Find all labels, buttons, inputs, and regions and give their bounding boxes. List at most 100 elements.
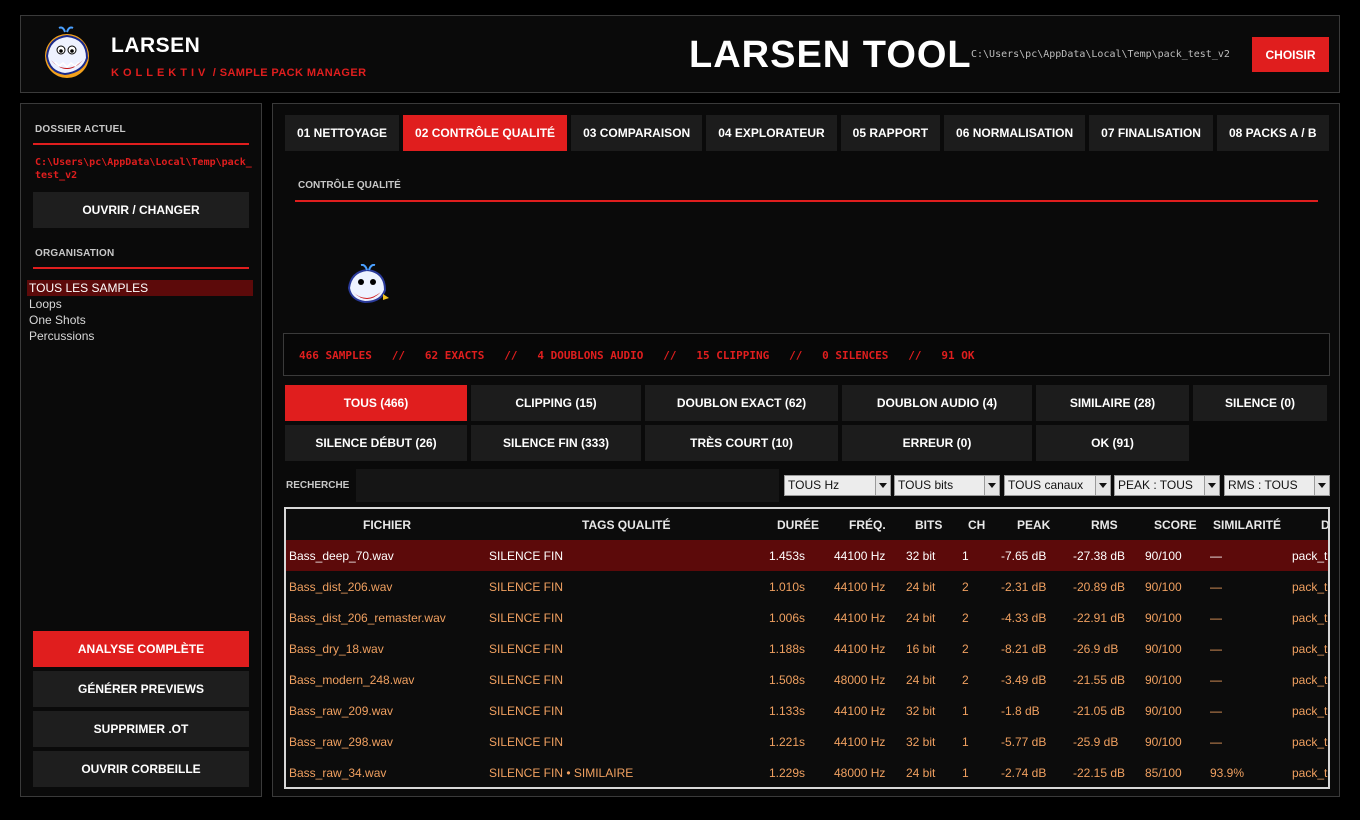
column-header-file[interactable]: FICHIER bbox=[363, 518, 411, 532]
tab-comparison[interactable]: 03 COMPARAISON bbox=[571, 115, 703, 151]
table-row[interactable]: Bass_raw_34.wav SILENCE FIN • SIMILAIRE … bbox=[286, 757, 1328, 787]
full-analysis-button[interactable]: ANALYSE COMPLÈTE bbox=[33, 631, 249, 667]
cell-score: 90/100 bbox=[1145, 673, 1182, 687]
rms-dropdown[interactable]: RMS : TOUS bbox=[1224, 475, 1330, 496]
cell-destination: pack_t bbox=[1292, 766, 1328, 780]
search-input[interactable] bbox=[356, 469, 779, 502]
cell-bits: 32 bit bbox=[906, 735, 936, 749]
tab-normalization[interactable]: 06 NORMALISATION bbox=[944, 115, 1086, 151]
tab-explorer[interactable]: 04 EXPLORATEUR bbox=[706, 115, 837, 151]
tab-cleaning[interactable]: 01 NETTOYAGE bbox=[285, 115, 400, 151]
filter-error[interactable]: ERREUR (0) bbox=[842, 425, 1032, 461]
cell-score: 90/100 bbox=[1145, 735, 1182, 749]
column-header-duration[interactable]: DURÉE bbox=[777, 518, 819, 532]
peak-dropdown[interactable]: PEAK : TOUS bbox=[1114, 475, 1220, 496]
cell-rms: -22.91 dB bbox=[1073, 611, 1126, 625]
open-trash-button[interactable]: OUVRIR CORBEILLE bbox=[33, 751, 249, 787]
bits-dropdown[interactable]: TOUS bits bbox=[894, 475, 1000, 496]
column-header-channels[interactable]: CH bbox=[968, 518, 985, 532]
cell-similarity: — bbox=[1210, 642, 1222, 656]
table-row[interactable]: Bass_raw_209.wav SILENCE FIN 1.133s 4410… bbox=[286, 695, 1328, 726]
filter-audio-duplicate[interactable]: DOUBLON AUDIO (4) bbox=[842, 385, 1032, 421]
filter-silence[interactable]: SILENCE (0) bbox=[1193, 385, 1327, 421]
column-header-peak[interactable]: PEAK bbox=[1017, 518, 1050, 532]
column-header-tags[interactable]: TAGS QUALITÉ bbox=[582, 518, 670, 532]
cell-rms: -21.05 dB bbox=[1073, 704, 1126, 718]
column-header-frequency[interactable]: FRÉQ. bbox=[849, 518, 886, 532]
organisation-heading: ORGANISATION bbox=[35, 248, 115, 259]
cell-destination: pack_t bbox=[1292, 735, 1328, 749]
cell-channels: 1 bbox=[962, 549, 969, 563]
cell-destination: pack_t bbox=[1292, 673, 1328, 687]
org-item-percussions[interactable]: Percussions bbox=[27, 328, 253, 344]
column-header-bits[interactable]: BITS bbox=[915, 518, 942, 532]
chevron-down-icon bbox=[1095, 476, 1110, 495]
filter-ok[interactable]: OK (91) bbox=[1036, 425, 1189, 461]
table-row[interactable]: Bass_dry_18.wav SILENCE FIN 1.188s 44100… bbox=[286, 633, 1328, 664]
column-header-rms[interactable]: RMS bbox=[1091, 518, 1118, 532]
cell-peak: -2.74 dB bbox=[1001, 766, 1047, 780]
cell-similarity: 93.9% bbox=[1210, 766, 1245, 780]
cell-bits: 32 bit bbox=[906, 549, 936, 563]
filter-silence-start[interactable]: SILENCE DÉBUT (26) bbox=[285, 425, 467, 461]
filter-very-short[interactable]: TRÈS COURT (10) bbox=[645, 425, 838, 461]
column-header-similarity[interactable]: SIMILARITÉ bbox=[1213, 518, 1281, 532]
cell-rms: -25.9 dB bbox=[1073, 735, 1119, 749]
cell-channels: 1 bbox=[962, 704, 969, 718]
generate-previews-button[interactable]: GÉNÉRER PREVIEWS bbox=[33, 671, 249, 707]
chevron-down-icon bbox=[984, 476, 999, 495]
cell-similarity: — bbox=[1210, 611, 1222, 625]
samples-table[interactable]: FICHIER TAGS QUALITÉ DURÉE FRÉQ. BITS CH… bbox=[284, 507, 1330, 789]
column-header-destination[interactable]: D bbox=[1321, 518, 1328, 532]
table-row[interactable]: Bass_dist_206.wav SILENCE FIN 1.010s 441… bbox=[286, 571, 1328, 602]
cell-score: 90/100 bbox=[1145, 580, 1182, 594]
chevron-down-icon bbox=[1204, 476, 1219, 495]
cell-bits: 32 bit bbox=[906, 704, 936, 718]
cell-file: Bass_raw_34.wav bbox=[289, 766, 387, 780]
cell-frequency: 44100 Hz bbox=[834, 549, 886, 563]
org-item-all-samples[interactable]: TOUS LES SAMPLES bbox=[27, 280, 253, 296]
choose-button[interactable]: CHOISIR bbox=[1252, 37, 1329, 72]
tab-report[interactable]: 05 RAPPORT bbox=[840, 115, 941, 151]
cell-channels: 1 bbox=[962, 735, 969, 749]
tab-packs-ab[interactable]: 08 PACKS A / B bbox=[1216, 115, 1329, 151]
filter-silence-end[interactable]: SILENCE FIN (333) bbox=[471, 425, 641, 461]
cell-bits: 24 bit bbox=[906, 766, 936, 780]
cell-duration: 1.133s bbox=[769, 704, 806, 718]
cell-score: 90/100 bbox=[1145, 704, 1182, 718]
cell-peak: -1.8 dB bbox=[1001, 704, 1040, 718]
table-row[interactable]: Bass_modern_248.wav SILENCE FIN 1.508s 4… bbox=[286, 664, 1328, 695]
filter-all[interactable]: TOUS (466) bbox=[285, 385, 467, 421]
cell-tags: SILENCE FIN bbox=[489, 611, 564, 625]
cell-duration: 1.229s bbox=[769, 766, 806, 780]
subtitle-manager: SAMPLE PACK MANAGER bbox=[219, 67, 367, 79]
org-item-loops[interactable]: Loops bbox=[27, 296, 253, 312]
org-item-one-shots[interactable]: One Shots bbox=[27, 312, 253, 328]
table-row[interactable]: Bass_raw_298.wav SILENCE FIN 1.221s 4410… bbox=[286, 726, 1328, 757]
cell-rms: -26.9 dB bbox=[1073, 642, 1119, 656]
cell-duration: 1.221s bbox=[769, 735, 806, 749]
cell-destination: pack_t bbox=[1292, 642, 1328, 656]
cell-file: Bass_dist_206.wav bbox=[289, 580, 393, 594]
current-folder-heading: DOSSIER ACTUEL bbox=[35, 124, 126, 135]
column-header-score[interactable]: SCORE bbox=[1154, 518, 1197, 532]
tab-finalization[interactable]: 07 FINALISATION bbox=[1089, 115, 1213, 151]
delete-ot-button[interactable]: SUPPRIMER .OT bbox=[33, 711, 249, 747]
frequency-dropdown[interactable]: TOUS Hz bbox=[784, 475, 891, 496]
open-change-button[interactable]: OUVRIR / CHANGER bbox=[33, 192, 249, 228]
cell-duration: 1.006s bbox=[769, 611, 806, 625]
table-row[interactable]: Bass_dist_206_remaster.wav SILENCE FIN 1… bbox=[286, 602, 1328, 633]
dropdown-value: TOUS canaux bbox=[1008, 478, 1084, 492]
cell-rms: -22.15 dB bbox=[1073, 766, 1126, 780]
filter-similar[interactable]: SIMILAIRE (28) bbox=[1036, 385, 1189, 421]
cell-destination: pack_t bbox=[1292, 549, 1328, 563]
table-row[interactable]: Bass_deep_70.wav SILENCE FIN 1.453s 4410… bbox=[286, 540, 1328, 571]
filter-exact-duplicate[interactable]: DOUBLON EXACT (62) bbox=[645, 385, 838, 421]
filter-clipping[interactable]: CLIPPING (15) bbox=[471, 385, 641, 421]
stats-bar: 466 SAMPLES // 62 EXACTS // 4 DOUBLONS A… bbox=[283, 333, 1330, 376]
cell-score: 90/100 bbox=[1145, 611, 1182, 625]
tab-quality-control[interactable]: 02 CONTRÔLE QUALITÉ bbox=[403, 115, 568, 151]
app-header: LARSEN KOLLEKTIV / SAMPLE PACK MANAGER L… bbox=[20, 15, 1340, 93]
channels-dropdown[interactable]: TOUS canaux bbox=[1004, 475, 1111, 496]
chevron-down-icon bbox=[1314, 476, 1329, 495]
